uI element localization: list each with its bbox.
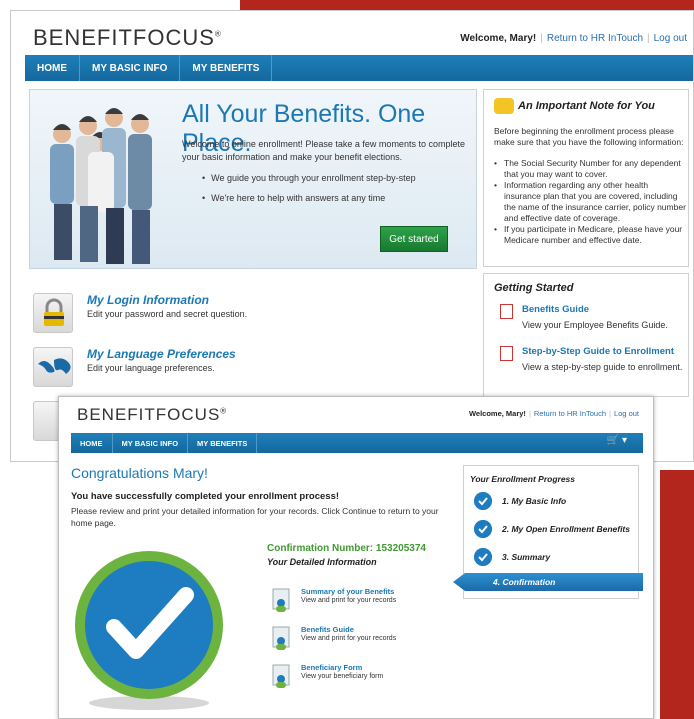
- note-item: The Social Security Number for any depen…: [494, 158, 686, 180]
- success-message: You have successfully completed your enr…: [71, 491, 340, 502]
- check-circle-icon: [474, 492, 492, 510]
- document-person-icon: [272, 664, 290, 688]
- pdf-icon: [500, 304, 513, 319]
- lock-icon: [33, 293, 73, 333]
- note-item: Information regarding any other health i…: [494, 180, 686, 224]
- progress-title: Your Enrollment Progress: [470, 474, 576, 484]
- welcome-text: Welcome, Mary!: [460, 33, 537, 44]
- getting-started-title: Getting Started: [494, 282, 574, 294]
- progress-step: 3. Summary: [474, 548, 638, 568]
- note-item: If you participate in Medicare, please h…: [494, 224, 686, 246]
- world-map-icon: [33, 347, 73, 387]
- login-info-title[interactable]: My Login Information: [87, 293, 209, 307]
- cart-icon[interactable]: 🛒 ▾: [607, 435, 627, 446]
- benefits-guide-desc: View your Employee Benefits Guide.: [522, 320, 668, 330]
- step-label: 1. My Basic Info: [502, 496, 567, 506]
- user-bar: Welcome, Mary! | Return to HR InTouch | Log …: [468, 409, 639, 418]
- nav-my-benefits[interactable]: MY BENEFITS: [188, 433, 258, 453]
- hero-bullet: We're here to help with answers at any t…: [202, 188, 416, 208]
- login-info-desc: Edit your password and secret question.: [87, 309, 248, 319]
- current-step-label: 4. Confirmation: [493, 577, 556, 587]
- benefits-guide-link[interactable]: Benefits Guide: [522, 304, 589, 315]
- progress-step: 1. My Basic Info: [474, 492, 638, 512]
- note-intro: Before beginning the enrollment process …: [494, 126, 684, 147]
- progress-step: 2. My Open Enrollment Benefits: [474, 520, 638, 540]
- beneficiary-form-link[interactable]: Beneficiary Form: [301, 663, 362, 672]
- hero-text: Welcome to online enrollment! Please tak…: [182, 139, 465, 162]
- user-bar: Welcome, Mary! | Return to HR InTouch | Log …: [460, 33, 687, 44]
- benefits-guide-item[interactable]: Benefits Guide View and print for your r…: [267, 625, 437, 659]
- document-person-icon: [272, 588, 290, 612]
- people-group-image: [50, 108, 152, 264]
- summary-benefits-item[interactable]: Summary of your Benefits View and print …: [267, 587, 437, 621]
- step-label: 2. My Open Enrollment Benefits: [502, 524, 630, 534]
- language-preferences-item[interactable]: My Language Preferences Edit your langua…: [33, 347, 363, 391]
- return-link[interactable]: Return to HR InTouch: [534, 409, 606, 418]
- confirmation-number: Confirmation Number: 153205374: [267, 543, 426, 554]
- main-nav: HOME MY BASIC INFO MY BENEFITS 🛒 ▾: [71, 433, 643, 453]
- login-info-item[interactable]: My Login Information Edit your password …: [33, 293, 363, 337]
- detail-title: Your Detailed Information: [267, 557, 377, 567]
- nav-home[interactable]: HOME: [71, 433, 113, 453]
- note-list: The Social Security Number for any depen…: [494, 158, 686, 246]
- nav-my-basic-info[interactable]: MY BASIC INFO: [113, 433, 189, 453]
- logout-link[interactable]: Log out: [614, 409, 639, 418]
- benefits-guide-desc: View and print for your records: [301, 635, 397, 642]
- step-label: 3. Summary: [502, 552, 551, 562]
- nav-my-basic-info[interactable]: MY BASIC INFO: [80, 55, 181, 81]
- return-link[interactable]: Return to HR InTouch: [547, 33, 643, 44]
- current-step-banner: 4. Confirmation: [453, 573, 643, 591]
- enrollment-confirmation-screen: BENEFITFOCUS® Welcome, Mary! | Return to H…: [58, 396, 654, 719]
- note-title: An Important Note for You: [518, 100, 655, 112]
- check-circle-icon: [474, 520, 492, 538]
- logout-link[interactable]: Log out: [654, 33, 687, 44]
- benefits-guide-link[interactable]: Benefits Guide: [301, 625, 354, 634]
- important-note-panel: An Important Note for You Before beginni…: [483, 89, 689, 267]
- pdf-icon: [500, 346, 513, 361]
- congrats-title: Congratulations Mary!: [71, 465, 208, 481]
- welcome-text: Welcome, Mary!: [468, 409, 526, 418]
- note-icon: [494, 98, 514, 114]
- language-preferences-title[interactable]: My Language Preferences: [87, 347, 236, 361]
- hero-bullet: We guide you through your enrollment ste…: [202, 168, 415, 188]
- hero-banner: All Your Benefits. One Place. Welcome to…: [29, 89, 477, 269]
- hero-bullets: We guide you through your enrollment ste…: [202, 168, 416, 208]
- main-nav: HOME MY BASIC INFO MY BENEFITS: [25, 55, 693, 81]
- beneficiary-form-item[interactable]: Beneficiary Form View your beneficiary f…: [267, 663, 437, 697]
- review-message: Please review and print your detailed in…: [71, 506, 439, 528]
- benefitfocus-logo[interactable]: BENEFITFOCUS®: [77, 405, 227, 425]
- check-circle-icon: [474, 548, 492, 566]
- get-started-button[interactable]: Get started: [380, 226, 448, 252]
- brand-red-bar-right: [660, 470, 694, 719]
- language-preferences-desc: Edit your language preferences.: [87, 363, 215, 373]
- step-guide-item[interactable]: Step-by-Step Guide to Enrollment View a …: [494, 346, 684, 386]
- checkmark-icon: [75, 551, 223, 710]
- getting-started-panel: Getting Started Benefits Guide View your…: [483, 273, 689, 397]
- summary-benefits-link[interactable]: Summary of your Benefits: [301, 587, 394, 596]
- summary-benefits-desc: View and print for your records: [301, 597, 397, 604]
- step-guide-link[interactable]: Step-by-Step Guide to Enrollment: [522, 346, 674, 357]
- nav-home[interactable]: HOME: [25, 55, 80, 81]
- nav-my-benefits[interactable]: MY BENEFITS: [180, 55, 273, 81]
- benefitfocus-logo[interactable]: BENEFITFOCUS®: [33, 25, 222, 51]
- step-guide-desc: View a step-by-step guide to enrollment.: [522, 362, 683, 372]
- benefits-guide-item[interactable]: Benefits Guide View your Employee Benefi…: [494, 304, 684, 344]
- beneficiary-form-desc: View your beneficiary form: [301, 673, 384, 680]
- enrollment-home-screen: BENEFITFOCUS® Welcome, Mary! | Return to H…: [10, 10, 694, 462]
- document-person-icon: [272, 626, 290, 650]
